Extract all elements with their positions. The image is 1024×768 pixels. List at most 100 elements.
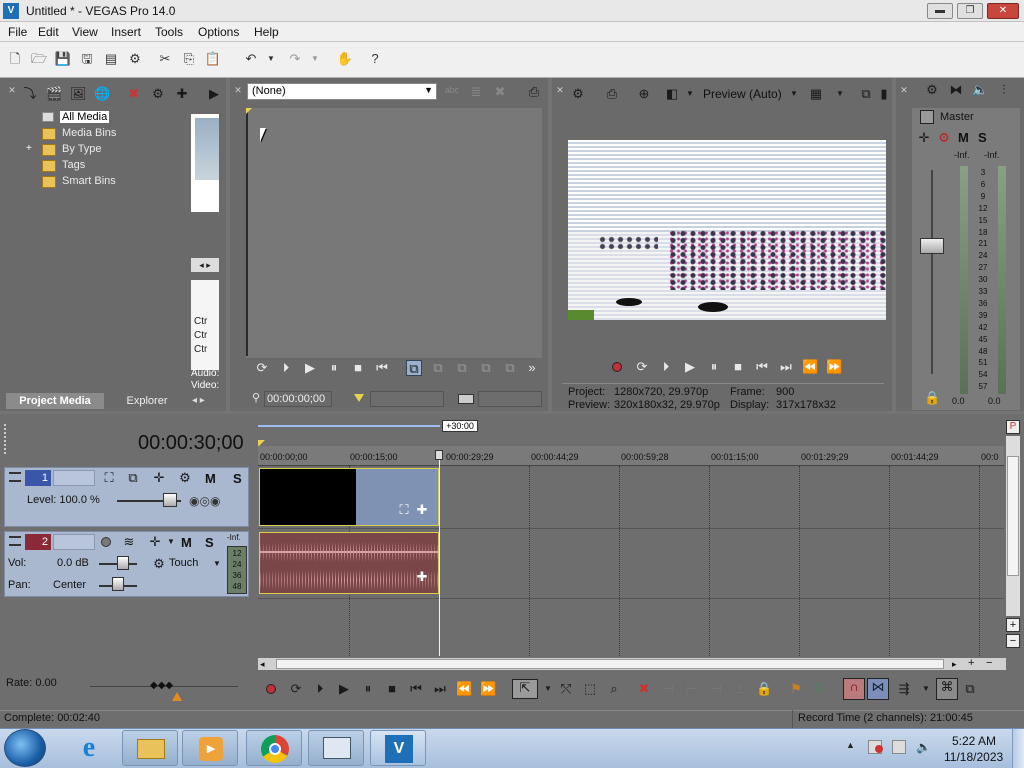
- lock-icon[interactable]: 🔒: [924, 390, 940, 406]
- zoom-out-horizontal-icon[interactable]: −: [986, 658, 998, 670]
- chevron-down-icon[interactable]: ▼: [209, 556, 225, 572]
- redo-dropdown-icon[interactable]: ▼: [306, 50, 324, 68]
- loop-icon[interactable]: ⟳: [288, 681, 304, 697]
- expand-by-type-icon[interactable]: +: [26, 143, 32, 154]
- trimmer-area[interactable]: [246, 108, 542, 358]
- get-photo-icon[interactable]: 🖼: [70, 86, 87, 102]
- trimmer-clear-icon[interactable]: ✖: [492, 84, 508, 100]
- copy-icon[interactable]: ⎘: [180, 50, 198, 68]
- tree-item-by-type[interactable]: By Type: [62, 143, 102, 155]
- normal-edit-tool-icon[interactable]: ⇱: [512, 679, 538, 699]
- master-settings-icon[interactable]: ⚙: [924, 82, 940, 98]
- lock-event-icon[interactable]: 🔒: [756, 681, 772, 697]
- master-fx-icon[interactable]: ⚙: [936, 130, 952, 146]
- add-tag-icon[interactable]: ✚: [174, 86, 190, 102]
- help-icon[interactable]: ?: [366, 50, 384, 68]
- remove-icon[interactable]: ✖: [126, 86, 142, 102]
- track-solo-button[interactable]: S: [205, 535, 214, 550]
- chevron-down-icon[interactable]: ▼: [918, 681, 934, 697]
- split-icon[interactable]: ⊥: [732, 681, 748, 697]
- thumbnail-scroll-icon[interactable]: ◂ ▸: [191, 258, 219, 272]
- preview-quality-dropdown[interactable]: Preview (Auto): [703, 87, 782, 101]
- taskbar-explorer[interactable]: [122, 730, 178, 766]
- show-hidden-icons-icon[interactable]: ▲: [846, 740, 855, 750]
- taskbar-control-panel[interactable]: [308, 730, 364, 766]
- master-mute-button[interactable]: M: [958, 130, 969, 145]
- undo-dropdown-icon[interactable]: ▼: [262, 50, 280, 68]
- mixer-icon[interactable]: ⫶: [996, 82, 1012, 98]
- taskbar-chrome[interactable]: [246, 730, 302, 766]
- render-as-icon[interactable]: ▤: [102, 50, 120, 68]
- play-icon[interactable]: ▶: [682, 359, 698, 375]
- automation-mode[interactable]: Touch: [169, 557, 198, 569]
- chevron-down-icon[interactable]: ▼: [163, 534, 179, 550]
- track-mute-button[interactable]: M: [181, 535, 192, 550]
- video-track-header[interactable]: 1 ⛶ ⧉ ✛ ⚙ M S Level: 100.0 % ◉◎◉: [4, 467, 249, 527]
- track-name-field[interactable]: [53, 534, 95, 550]
- dock-grip[interactable]: [4, 424, 10, 454]
- horizontal-scrollbar[interactable]: ◂ ▸ + −: [258, 658, 1006, 670]
- menu-help[interactable]: Help: [254, 25, 279, 39]
- tab-scroll-icon[interactable]: ◂ ▸: [192, 393, 222, 409]
- tab-explorer[interactable]: Explorer: [110, 393, 184, 409]
- arm-record-icon[interactable]: [101, 537, 111, 547]
- copy-snapshot-icon[interactable]: ⧉: [858, 86, 874, 102]
- fit-icon[interactable]: ⧉: [454, 360, 470, 376]
- start-button[interactable]: [4, 729, 46, 767]
- rate-slider-handle[interactable]: ◆◆◆: [150, 680, 174, 691]
- new-project-icon[interactable]: 🗋: [6, 50, 24, 68]
- scroll-left-icon[interactable]: ◂: [260, 658, 272, 670]
- tree-item-all-media[interactable]: All Media: [60, 111, 110, 123]
- event-fx-icon[interactable]: ✚: [414, 502, 430, 518]
- track-motion-icon[interactable]: ⛶: [101, 470, 117, 486]
- panel-close-icon[interactable]: ✕: [4, 82, 20, 98]
- close-button[interactable]: ✕: [987, 3, 1019, 19]
- pan-slider-handle[interactable]: [112, 577, 124, 591]
- event-pan-crop-icon[interactable]: ⛶: [396, 502, 412, 518]
- track-pan-icon[interactable]: ✛: [147, 534, 163, 550]
- track-collapse-icon[interactable]: [9, 472, 21, 482]
- capture-video-icon[interactable]: 🎬: [46, 86, 62, 102]
- insert-region-icon[interactable]: ⚐: [812, 681, 828, 697]
- video-preview-frame[interactable]: [568, 140, 886, 320]
- event-fx-icon[interactable]: ✚: [414, 569, 430, 585]
- tree-item-smart-bins[interactable]: Smart Bins: [62, 175, 116, 187]
- previous-frame-icon[interactable]: ⏪: [456, 681, 472, 697]
- three-point-icon[interactable]: ⧉: [502, 360, 518, 376]
- action-center-icon[interactable]: [868, 740, 883, 754]
- next-frame-icon[interactable]: ⏩: [480, 681, 496, 697]
- previous-frame-icon[interactable]: ⏮: [374, 360, 390, 376]
- web-icon[interactable]: 🌐: [94, 86, 110, 102]
- stop-icon[interactable]: ■: [384, 681, 400, 697]
- spell-check-icon[interactable]: ᵃᵇᶜ: [444, 84, 460, 100]
- menu-options[interactable]: Options: [198, 25, 239, 39]
- overlays-icon[interactable]: ▦: [808, 86, 824, 102]
- compositing-icon[interactable]: ⧉: [125, 470, 141, 486]
- pause-icon[interactable]: ⏸: [360, 681, 376, 697]
- cut-icon[interactable]: ✂: [156, 50, 174, 68]
- trimmer-options-icon[interactable]: ⎙: [526, 84, 542, 100]
- zoom-tool-icon[interactable]: ⌕: [606, 681, 622, 697]
- audio-track-header[interactable]: 2 ≋ ✛ ▼ M S -Inf. Vol: 0.0 dB ⚙ Touch ▼ …: [4, 531, 249, 597]
- ignore-grouping-icon[interactable]: ⧉: [962, 681, 978, 697]
- chevron-down-icon[interactable]: ▼: [832, 86, 848, 102]
- track-name-field[interactable]: [53, 470, 95, 486]
- pause-icon[interactable]: ⏸: [706, 359, 722, 375]
- minimize-button[interactable]: ▬: [927, 3, 953, 19]
- save-as-icon[interactable]: 🖫: [78, 50, 96, 68]
- undo-icon[interactable]: ↶: [242, 50, 260, 68]
- overwrite-icon[interactable]: ⧉: [406, 360, 422, 376]
- master-pan-icon[interactable]: ✛: [916, 130, 932, 146]
- master-solo-button[interactable]: S: [978, 130, 987, 145]
- panel-close-icon[interactable]: ✕: [552, 82, 568, 98]
- trim-icon[interactable]: ⊣: [660, 681, 676, 697]
- taskbar-media-player[interactable]: ▶: [182, 730, 238, 766]
- audio-event[interactable]: ✚: [259, 532, 439, 594]
- save-icon[interactable]: 💾: [54, 50, 72, 68]
- speaker-icon[interactable]: 🔈: [972, 82, 988, 98]
- media-thumbnail[interactable]: [191, 114, 219, 212]
- track-solo-button[interactable]: S: [233, 471, 242, 486]
- properties-icon[interactable]: ⚙: [126, 50, 144, 68]
- redo-icon[interactable]: ↷: [286, 50, 304, 68]
- preview-fx-icon[interactable]: ◧: [664, 86, 680, 102]
